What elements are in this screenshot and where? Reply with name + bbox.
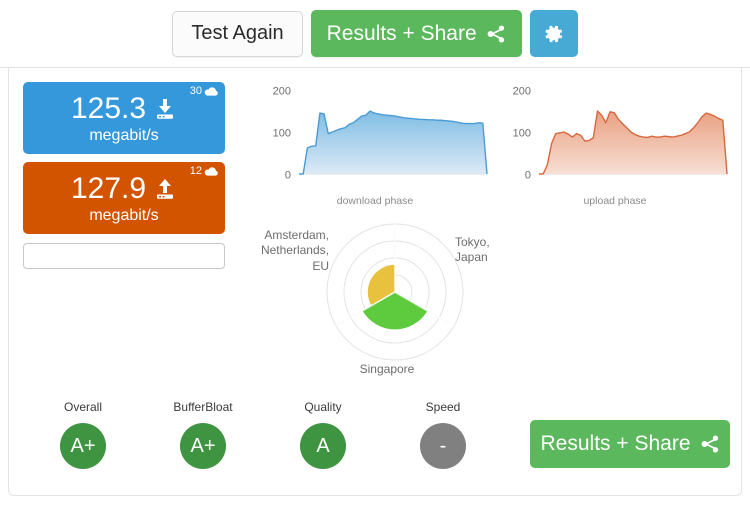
download-phase-caption: download phase [336,195,414,207]
upload-phase-plot: 0 100 200 [513,86,728,182]
grade-quality: Quality A [263,400,383,480]
results-share-label-bottom: Results + Share [540,432,691,455]
download-speed-panel: 30 125.3 megabit/s [23,82,225,154]
share-nodes-icon [486,24,506,44]
test-again-label: Test Again [191,22,284,44]
upload-arrow-icon [153,177,177,201]
svg-text:0: 0 [525,170,531,182]
share-url-input[interactable] [23,243,225,269]
gear-icon [543,23,565,45]
grade-overall: Overall A+ [23,400,143,480]
test-again-button[interactable]: Test Again [172,10,303,57]
download-phase-chart: 0 100 200 download phase [257,82,493,210]
grade-label: Speed [425,400,461,414]
upload-speed-unit: megabit/s [89,207,159,224]
settings-button[interactable] [529,10,578,57]
upload-phase-chart: 0 100 200 upload phase [497,82,733,210]
radar-label-amsterdam: Amsterdam, Netherlands, EU [260,228,329,273]
results-share-label: Results + Share [326,21,477,45]
radar-label-tokyo: Tokyo, Japan [455,235,490,265]
download-arrow-icon [153,97,177,121]
grade-label: Overall [63,400,102,414]
upload-speed-panel: 12 127.9 megabit/s [23,162,225,234]
grades-row: Overall A+ BufferBloat A+ Quality A Spee… [23,400,503,480]
upload-speed-value: 127.9 [70,172,147,205]
svg-text:0: 0 [285,170,291,182]
grade-label: BufferBloat [173,400,233,414]
speed-test-result-page: Test Again Results + Share 30 125.3 mega… [0,0,750,513]
radar-label-singapore: Singapore [359,362,415,376]
download-speed-unit: megabit/s [89,127,159,144]
svg-text:200: 200 [273,86,291,98]
download-speed-value: 125.3 [70,92,147,125]
grade-badge: A [300,423,346,469]
grade-speed: Speed - [383,400,503,480]
upload-phase-caption: upload phase [583,195,647,207]
server-radar-chart: Amsterdam, Netherlands, EU Tokyo, Japan … [257,220,533,380]
results-share-button[interactable]: Results + Share [310,10,522,57]
svg-text:100: 100 [513,128,531,140]
svg-text:100: 100 [273,128,291,140]
download-speed-main: 125.3 [23,94,225,124]
grade-label: Quality [304,400,342,414]
download-phase-plot: 0 100 200 [273,86,488,182]
svg-text:200: 200 [513,86,531,98]
share-nodes-icon [700,434,720,454]
grade-badge: A+ [180,423,226,469]
upload-speed-main: 127.9 [23,174,225,204]
grade-badge: - [420,423,466,469]
grade-bufferbloat: BufferBloat A+ [143,400,263,480]
results-card: 30 125.3 megabit/s 12 127.9 megabit/s 0 … [8,68,742,496]
results-share-button-bottom[interactable]: Results + Share [530,420,730,468]
grade-badge: A+ [60,423,106,469]
top-toolbar: Test Again Results + Share [0,0,750,68]
